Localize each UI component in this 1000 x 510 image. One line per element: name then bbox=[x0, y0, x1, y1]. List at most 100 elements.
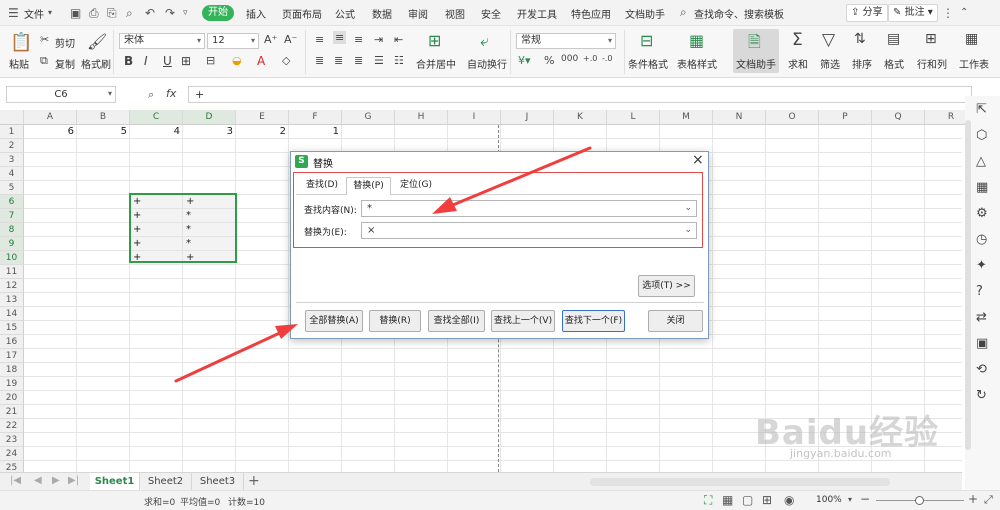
tab-review[interactable]: 审阅 bbox=[408, 6, 428, 21]
justify-icon[interactable]: ☰ bbox=[374, 54, 384, 67]
refresh-icon[interactable]: ↻ bbox=[976, 388, 987, 403]
row-header-22[interactable]: 22 bbox=[0, 419, 24, 433]
zoom-out-icon[interactable]: − bbox=[860, 492, 870, 506]
paste-button[interactable]: 粘贴 bbox=[9, 56, 29, 71]
row-header-4[interactable]: 4 bbox=[0, 167, 24, 181]
row-header-12[interactable]: 12 bbox=[0, 279, 24, 293]
column-header-p[interactable]: P bbox=[819, 110, 872, 125]
tab-special[interactable]: 特色应用 bbox=[571, 6, 611, 21]
print-icon[interactable]: ⎘ bbox=[107, 6, 117, 21]
cell-b1[interactable]: 5 bbox=[77, 125, 130, 139]
comment-button[interactable]: ✎ 批注 ▾ bbox=[888, 4, 938, 22]
underline-icon[interactable]: U bbox=[163, 54, 172, 68]
row-header-24[interactable]: 24 bbox=[0, 447, 24, 461]
name-box[interactable]: C6 bbox=[6, 86, 116, 103]
row-header-11[interactable]: 11 bbox=[0, 265, 24, 279]
row-header-1[interactable]: 1 bbox=[0, 125, 24, 139]
cut-button[interactable]: 剪切 bbox=[55, 35, 75, 50]
cell-c9[interactable]: + bbox=[130, 237, 183, 251]
find-all-button[interactable]: 查找全部(I) bbox=[428, 310, 485, 332]
add-sheet-icon[interactable]: + bbox=[248, 473, 260, 489]
column-header-c[interactable]: C bbox=[130, 110, 183, 125]
row-header-20[interactable]: 20 bbox=[0, 391, 24, 405]
protect-icon[interactable]: ⛶ bbox=[704, 493, 712, 508]
zoom-slider-handle[interactable] bbox=[915, 496, 924, 505]
row-header-15[interactable]: 15 bbox=[0, 321, 24, 335]
table-icon[interactable]: ▦ bbox=[976, 180, 988, 195]
column-header-a[interactable]: A bbox=[24, 110, 77, 125]
cell-d6[interactable]: + bbox=[183, 195, 236, 209]
chevron-down-icon[interactable]: ▾ bbox=[48, 8, 52, 17]
sum-button[interactable]: 求和 bbox=[788, 56, 808, 71]
row-header-23[interactable]: 23 bbox=[0, 433, 24, 447]
page-break-view-icon[interactable]: ⊞ bbox=[762, 493, 772, 507]
row-col-button[interactable]: 行和列 bbox=[917, 56, 947, 71]
percent-icon[interactable]: % bbox=[544, 54, 554, 67]
row-header-7[interactable]: 7 bbox=[0, 209, 24, 223]
backup-icon[interactable]: ◷ bbox=[976, 232, 987, 247]
cell-f1[interactable]: 1 bbox=[289, 125, 342, 139]
wrap-text-button[interactable]: 自动换行 bbox=[467, 56, 507, 71]
formula-input[interactable]: + bbox=[188, 86, 972, 103]
resources-icon[interactable]: ▣ bbox=[976, 336, 988, 351]
style-icon[interactable]: ⬡ bbox=[976, 128, 987, 143]
column-header-l[interactable]: L bbox=[607, 110, 660, 125]
sheet-tab-1[interactable]: Sheet1 bbox=[90, 473, 140, 491]
shape-icon[interactable]: △ bbox=[976, 154, 986, 169]
zoom-level[interactable]: 100% bbox=[816, 495, 842, 505]
font-family-select[interactable]: 宋体 ▾ bbox=[119, 33, 205, 49]
replace-input[interactable]: × ⌄ bbox=[361, 222, 697, 239]
row-header-16[interactable]: 16 bbox=[0, 335, 24, 349]
customize-icon[interactable]: ▿ bbox=[183, 8, 188, 18]
conditional-format-button[interactable]: 条件格式 bbox=[628, 56, 668, 71]
find-previous-button[interactable]: 查找上一个(V) bbox=[491, 310, 555, 332]
column-header-o[interactable]: O bbox=[766, 110, 819, 125]
row-header-2[interactable]: 2 bbox=[0, 139, 24, 153]
row-header-9[interactable]: 9 bbox=[0, 237, 24, 251]
row-header-5[interactable]: 5 bbox=[0, 181, 24, 195]
align-bottom-icon[interactable]: ≡ bbox=[354, 33, 363, 46]
first-sheet-icon[interactable]: |◀ bbox=[10, 475, 21, 486]
cell-d9[interactable]: * bbox=[183, 237, 236, 251]
indent-icon[interactable]: ⇥ bbox=[374, 33, 383, 46]
vertical-scrollbar[interactable] bbox=[965, 120, 971, 450]
cell-c7[interactable]: + bbox=[130, 209, 183, 223]
horizontal-scrollbar[interactable] bbox=[590, 478, 890, 486]
copy-button[interactable]: 复制 bbox=[55, 56, 75, 71]
worksheet-button[interactable]: 工作表 bbox=[959, 56, 989, 71]
last-sheet-icon[interactable]: ▶| bbox=[68, 475, 79, 486]
column-header-n[interactable]: N bbox=[713, 110, 766, 125]
column-header-h[interactable]: H bbox=[395, 110, 448, 125]
cell-c10[interactable]: + bbox=[130, 251, 183, 265]
align-middle-icon[interactable]: ≡ bbox=[333, 31, 347, 44]
font-shrink-icon[interactable]: A⁻ bbox=[284, 33, 297, 46]
font-grow-icon[interactable]: A⁺ bbox=[264, 33, 277, 46]
collapse-ribbon-icon[interactable]: ⌃ bbox=[960, 7, 968, 18]
chevron-down-icon[interactable]: ⌄ bbox=[684, 201, 692, 216]
align-left-icon[interactable]: ≣ bbox=[315, 54, 324, 67]
row-header-3[interactable]: 3 bbox=[0, 153, 24, 167]
align-top-icon[interactable]: ≡ bbox=[315, 33, 324, 46]
italic-icon[interactable]: I bbox=[144, 54, 148, 68]
replace-button[interactable]: 替换(R) bbox=[369, 310, 421, 332]
font-size-select[interactable]: 12 ▾ bbox=[207, 33, 259, 49]
history-icon[interactable]: ⟲ bbox=[976, 362, 987, 377]
normal-view-icon[interactable]: ▦ bbox=[722, 493, 733, 507]
cell-e1[interactable]: 2 bbox=[236, 125, 289, 139]
tab-view[interactable]: 视图 bbox=[445, 6, 465, 21]
cell-d10[interactable]: + bbox=[183, 251, 236, 265]
more-icon[interactable]: ⋮ bbox=[942, 6, 954, 20]
border-icon[interactable]: ⊞ bbox=[181, 54, 191, 68]
cell-c6[interactable]: + bbox=[130, 195, 183, 209]
currency-icon[interactable]: ¥▾ bbox=[518, 54, 531, 67]
export-icon[interactable]: ⎙ bbox=[89, 6, 99, 21]
clear-icon[interactable]: ◇ bbox=[282, 54, 290, 67]
command-search[interactable]: 查找命令、搜索模板 bbox=[694, 6, 784, 21]
align-center-icon[interactable]: ≣ bbox=[334, 54, 343, 67]
help-icon[interactable]: ? bbox=[976, 284, 983, 299]
tab-page-layout[interactable]: 页面布局 bbox=[282, 6, 322, 21]
save-icon[interactable]: ▣ bbox=[70, 6, 81, 20]
increase-decimal-icon[interactable]: +.0 bbox=[583, 54, 597, 63]
next-sheet-icon[interactable]: ▶ bbox=[52, 475, 60, 486]
filter-button[interactable]: 筛选 bbox=[820, 56, 840, 71]
